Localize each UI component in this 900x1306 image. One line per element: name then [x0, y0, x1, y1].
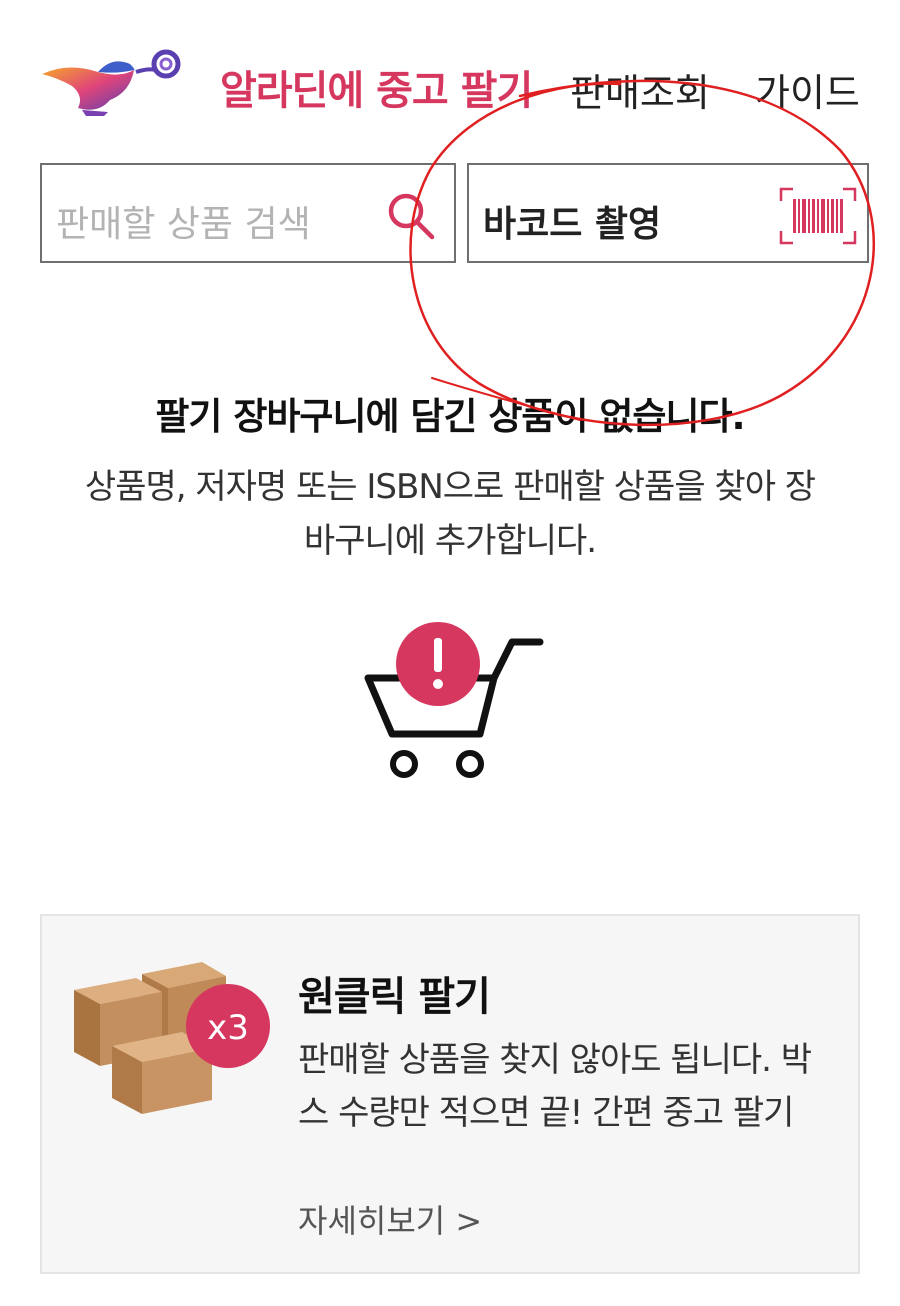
boxes-icon: x3	[74, 962, 270, 1114]
search-placeholder: 판매할 상품 검색	[56, 204, 311, 245]
magic-lamp-logo-icon[interactable]	[38, 42, 186, 122]
cart-alert-icon	[364, 622, 544, 778]
one-click-sell-title: 원클릭 팔기	[298, 974, 491, 1020]
nav-guide[interactable]: 가이드	[755, 62, 860, 117]
nav-sales-lookup[interactable]: 판매조회	[570, 62, 710, 117]
empty-cart-description: 상품명, 저자명 또는 ISBN으로 판매할 상품을 찾아 장바구니에 추가합니…	[84, 467, 816, 561]
empty-cart-title: 팔기 장바구니에 담긴 상품이 없습니다.	[155, 395, 745, 438]
see-details-link[interactable]: 자세히보기 >	[298, 1196, 482, 1242]
header: 알라딘에 중고 팔기 판매조회 가이드	[0, 0, 900, 150]
barcode-icon	[779, 187, 857, 245]
one-click-sell-description: 판매할 상품을 찾지 않아도 됩니다. 박스 수량만 적으면 끝! 간편 중고 …	[298, 1040, 812, 1133]
search-input[interactable]: 판매할 상품 검색	[40, 163, 456, 263]
one-click-sell-panel: x3 원클릭 팔기 판매할 상품을 찾지 않아도 됩니다. 박스 수량만 적으면…	[40, 914, 860, 1274]
brand-title[interactable]: 알라딘에 중고 팔기	[220, 58, 533, 116]
barcode-scan-button[interactable]: 바코드 촬영	[467, 163, 869, 263]
barcode-scan-label: 바코드 촬영	[483, 204, 662, 245]
quantity-badge-label: x3	[207, 1008, 249, 1048]
search-icon[interactable]	[384, 189, 438, 243]
